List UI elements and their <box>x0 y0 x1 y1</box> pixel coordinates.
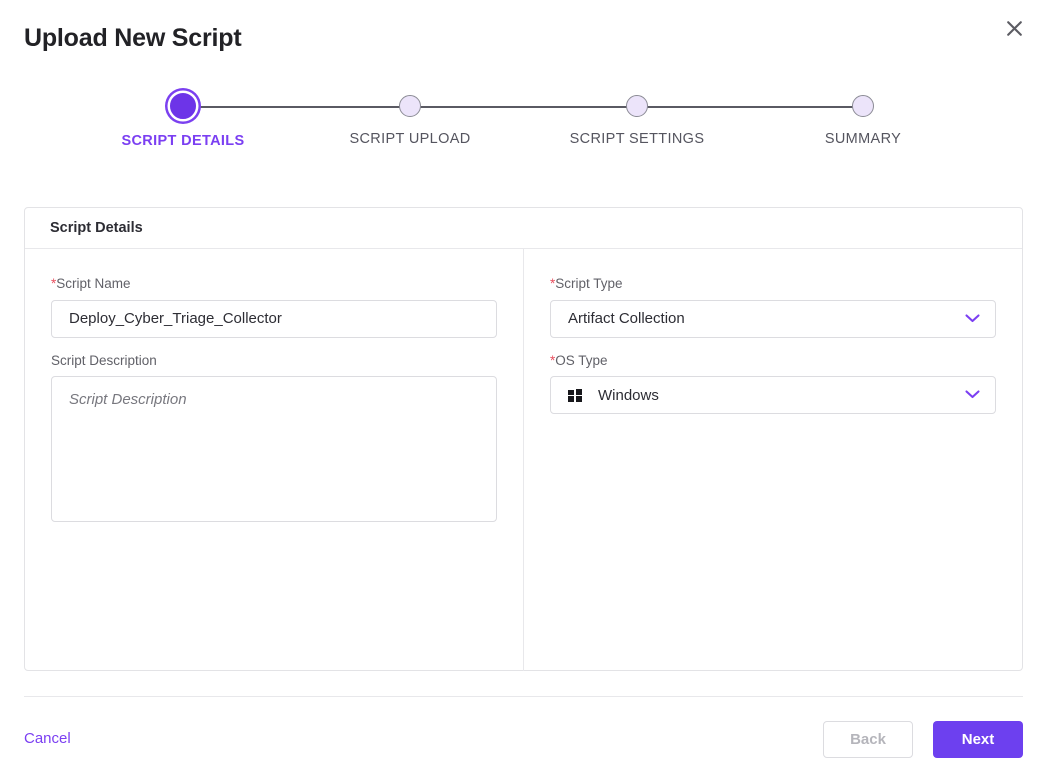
label-text: Script Type <box>555 276 622 291</box>
field-os-type: *OS Type Windows <box>550 354 996 415</box>
script-name-label: *Script Name <box>51 277 497 291</box>
card-header: Script Details <box>25 208 1022 249</box>
field-script-type: *Script Type Artifact Collection <box>550 277 996 338</box>
step-script-settings[interactable]: SCRIPT SETTINGS <box>537 88 737 147</box>
label-text: Script Name <box>56 276 130 291</box>
step-label: SUMMARY <box>763 131 963 147</box>
os-type-value: Windows <box>598 387 659 404</box>
close-button[interactable] <box>997 11 1031 45</box>
script-description-textarea[interactable] <box>51 376 497 522</box>
next-button[interactable]: Next <box>933 721 1023 758</box>
os-type-label: *OS Type <box>550 354 996 368</box>
step-dot-active <box>170 93 196 119</box>
windows-icon <box>568 389 582 402</box>
cancel-button[interactable]: Cancel <box>24 730 71 747</box>
label-text: OS Type <box>555 353 607 368</box>
stepper-track <box>183 106 863 108</box>
step-script-upload[interactable]: SCRIPT UPLOAD <box>310 88 510 147</box>
footer-divider <box>24 696 1023 697</box>
script-description-label: Script Description <box>51 354 497 368</box>
left-column: *Script Name Script Description <box>25 249 524 671</box>
chevron-down-icon <box>965 310 980 328</box>
right-column: *Script Type Artifact Collection *OS Typ… <box>524 249 1022 671</box>
step-dot <box>852 95 874 117</box>
script-type-select[interactable]: Artifact Collection <box>550 300 996 338</box>
step-dot <box>626 95 648 117</box>
step-summary[interactable]: SUMMARY <box>763 88 963 147</box>
step-label: SCRIPT SETTINGS <box>537 131 737 147</box>
chevron-down-icon <box>965 386 980 404</box>
script-type-label: *Script Type <box>550 277 996 291</box>
os-type-select[interactable]: Windows <box>550 376 996 414</box>
field-script-name: *Script Name <box>51 277 497 338</box>
step-script-details[interactable]: SCRIPT DETAILS <box>83 88 283 149</box>
back-button[interactable]: Back <box>823 721 913 758</box>
script-type-value: Artifact Collection <box>568 310 685 327</box>
script-details-card: Script Details *Script Name Script Descr… <box>24 207 1023 671</box>
step-label: SCRIPT DETAILS <box>83 133 283 149</box>
wizard-stepper: SCRIPT DETAILS SCRIPT UPLOAD SCRIPT SETT… <box>0 88 1041 160</box>
card-body: *Script Name Script Description *Script … <box>25 249 1022 671</box>
script-name-input[interactable] <box>51 300 497 338</box>
page-title: Upload New Script <box>24 24 241 53</box>
field-script-description: Script Description <box>51 354 497 528</box>
step-label: SCRIPT UPLOAD <box>310 131 510 147</box>
step-dot <box>399 95 421 117</box>
close-icon <box>1006 20 1023 37</box>
